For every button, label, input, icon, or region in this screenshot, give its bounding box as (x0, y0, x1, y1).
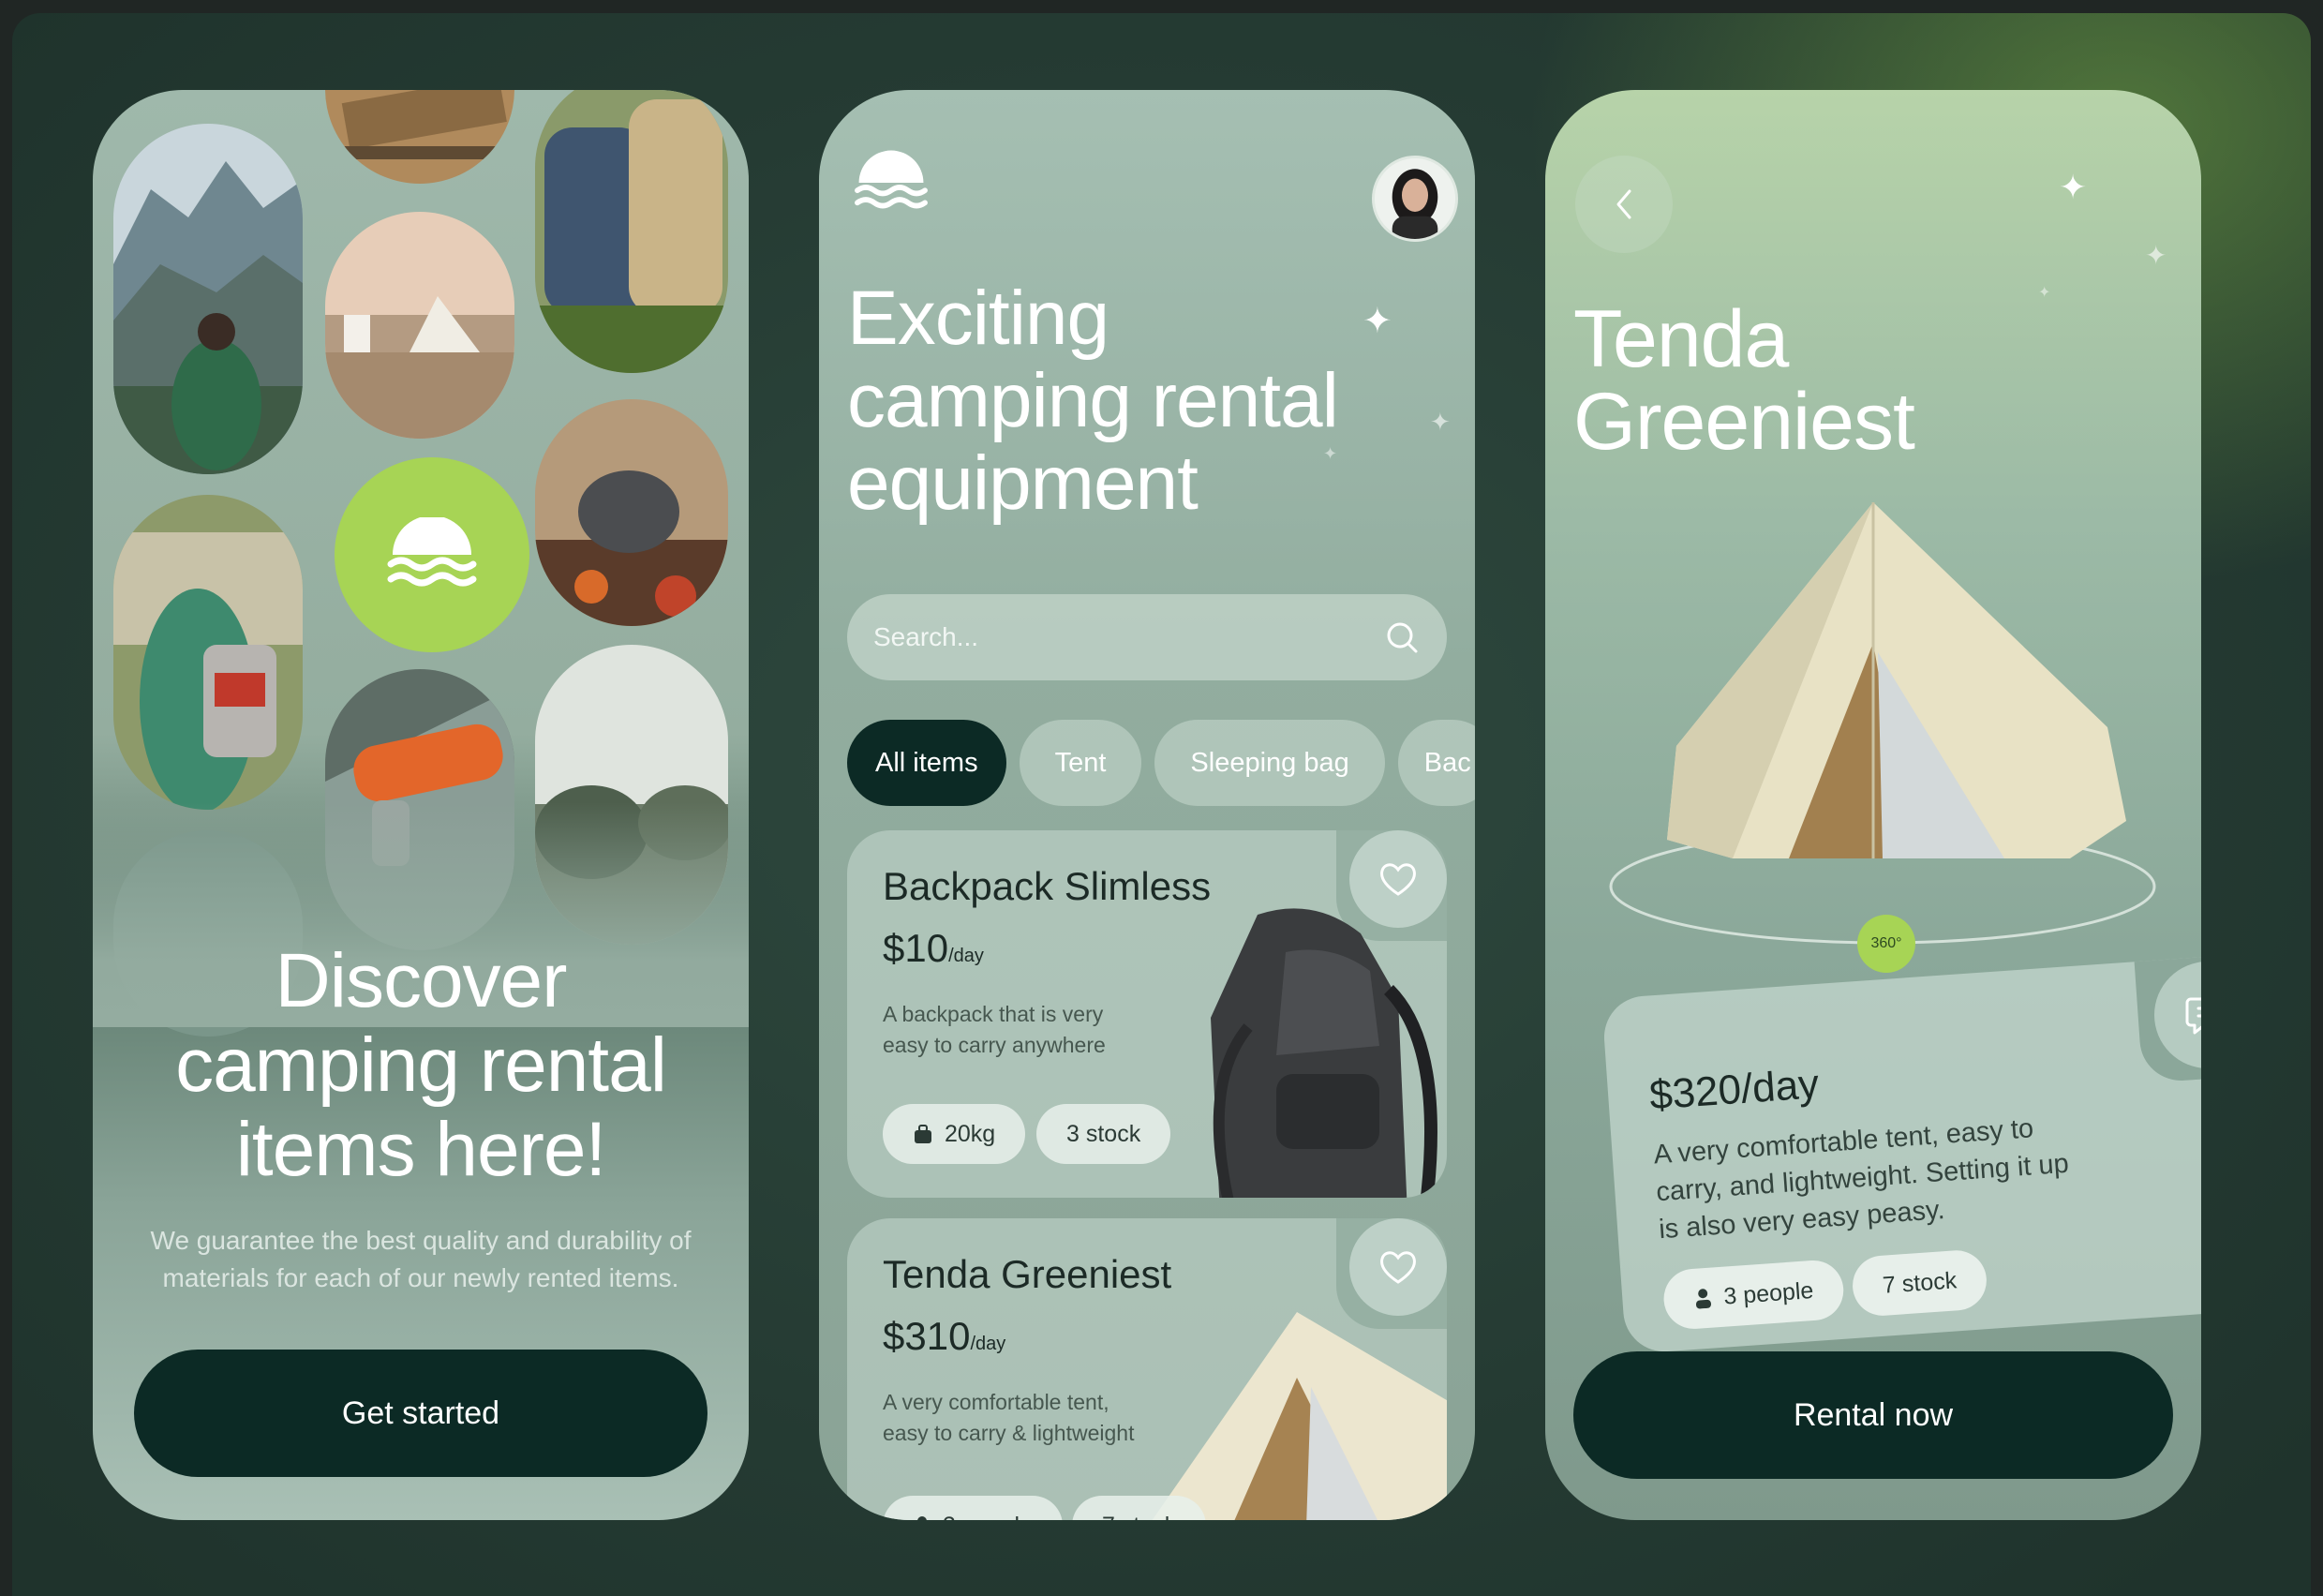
photo-mountain-hiker (113, 124, 303, 474)
sparkle-icon: ✦ (1430, 409, 1451, 437)
people-tag: 3 people (1661, 1258, 1846, 1332)
back-chevron-icon[interactable] (1613, 187, 1635, 221)
search-icon[interactable] (1383, 619, 1421, 656)
heart-icon[interactable] (1378, 1248, 1418, 1286)
user-avatar[interactable] (1372, 156, 1458, 242)
product-price: $310/day (883, 1314, 1006, 1358)
rotate-360-badge[interactable]: 360° (1857, 915, 1915, 973)
favorite-button[interactable] (1349, 1218, 1447, 1316)
waves-logo-icon (387, 517, 477, 587)
home-screen: Exciting camping rental equipment ✦ ✦ ✦ … (819, 90, 1475, 1520)
product-description: A very comfortable tent, easy to carry, … (1652, 1113, 2070, 1245)
stock-tag: 7 stock (1072, 1496, 1207, 1520)
rental-now-button[interactable]: Rental now (1573, 1351, 2173, 1479)
category-tabs: All items Tent Sleeping bag Bac (847, 720, 1475, 806)
home-title: Exciting camping rental equipment (847, 276, 1339, 526)
photo-hiker-green-jacket (113, 495, 303, 810)
sparkle-icon: ✦ (2059, 169, 2088, 207)
weight-tag: 20kg (883, 1104, 1026, 1164)
back-button[interactable] (1575, 156, 1673, 253)
onboarding-title: Discover camping rental items here! (175, 938, 667, 1192)
product-title: Tenda Greeniest (1573, 294, 1915, 467)
onboarding-screen: Discover camping rental items here! We g… (93, 90, 749, 1520)
person-icon (917, 1516, 927, 1520)
heart-icon[interactable] (1378, 860, 1418, 898)
tab-tent[interactable]: Tent (1019, 720, 1142, 806)
favorite-button[interactable] (1349, 830, 1447, 928)
get-started-button[interactable]: Get started (134, 1350, 707, 1477)
brand-logo-badge (335, 457, 529, 652)
tab-sleeping-bag[interactable]: Sleeping bag (1154, 720, 1385, 806)
product-price: $10/day (883, 926, 984, 970)
weight-icon (915, 1125, 931, 1143)
product-card[interactable]: Backpack Slimless $10/day A backpack tha… (847, 830, 1447, 1198)
detail-screen: ✦ ✦ ✦ Tenda Greeniest 360° $320/day A ve… (1545, 90, 2201, 1520)
sparkle-icon: ✦ (1363, 300, 1392, 341)
sparkle-icon: ✦ (1323, 444, 1338, 464)
product-image-backpack (1211, 908, 1437, 1198)
product-name: Backpack Slimless (883, 864, 1212, 908)
person-icon (1695, 1289, 1712, 1309)
product-card[interactable]: Tenda Greeniest $310/day A very comforta… (847, 1218, 1447, 1520)
people-tag: 3 people (883, 1496, 1063, 1520)
onboarding-subtitle: We guarantee the best quality and durabi… (150, 1226, 692, 1292)
stock-tag: 3 stock (1036, 1104, 1171, 1164)
search-input[interactable] (873, 622, 1383, 652)
search-bar[interactable] (847, 594, 1447, 680)
tab-all-items[interactable]: All items (847, 720, 1006, 806)
chat-icon[interactable] (2185, 993, 2201, 1037)
showcase-background: Discover camping rental items here! We g… (12, 13, 2311, 1596)
stock-tag: 7 stock (1850, 1248, 1989, 1318)
product-name: Tenda Greeniest (883, 1252, 1172, 1296)
sparkle-icon: ✦ (2145, 240, 2167, 271)
photo-wood-deck (325, 90, 514, 184)
tent-360-view[interactable] (1601, 502, 2164, 952)
product-price: $320/day (1647, 1061, 1821, 1119)
waves-logo-icon (855, 150, 928, 209)
product-info-card: $320/day A very comfortable tent, easy t… (1601, 951, 2201, 1355)
photo-bell-tent-desert (325, 212, 514, 439)
photo-backpack-grass (535, 90, 728, 373)
product-description: A very comfortable tent, easy to carry &… (883, 1390, 1135, 1445)
photo-kettle-campfire (535, 399, 728, 626)
tab-backpack[interactable]: Bac (1397, 720, 1475, 806)
product-description: A backpack that is very easy to carry an… (883, 1002, 1106, 1057)
